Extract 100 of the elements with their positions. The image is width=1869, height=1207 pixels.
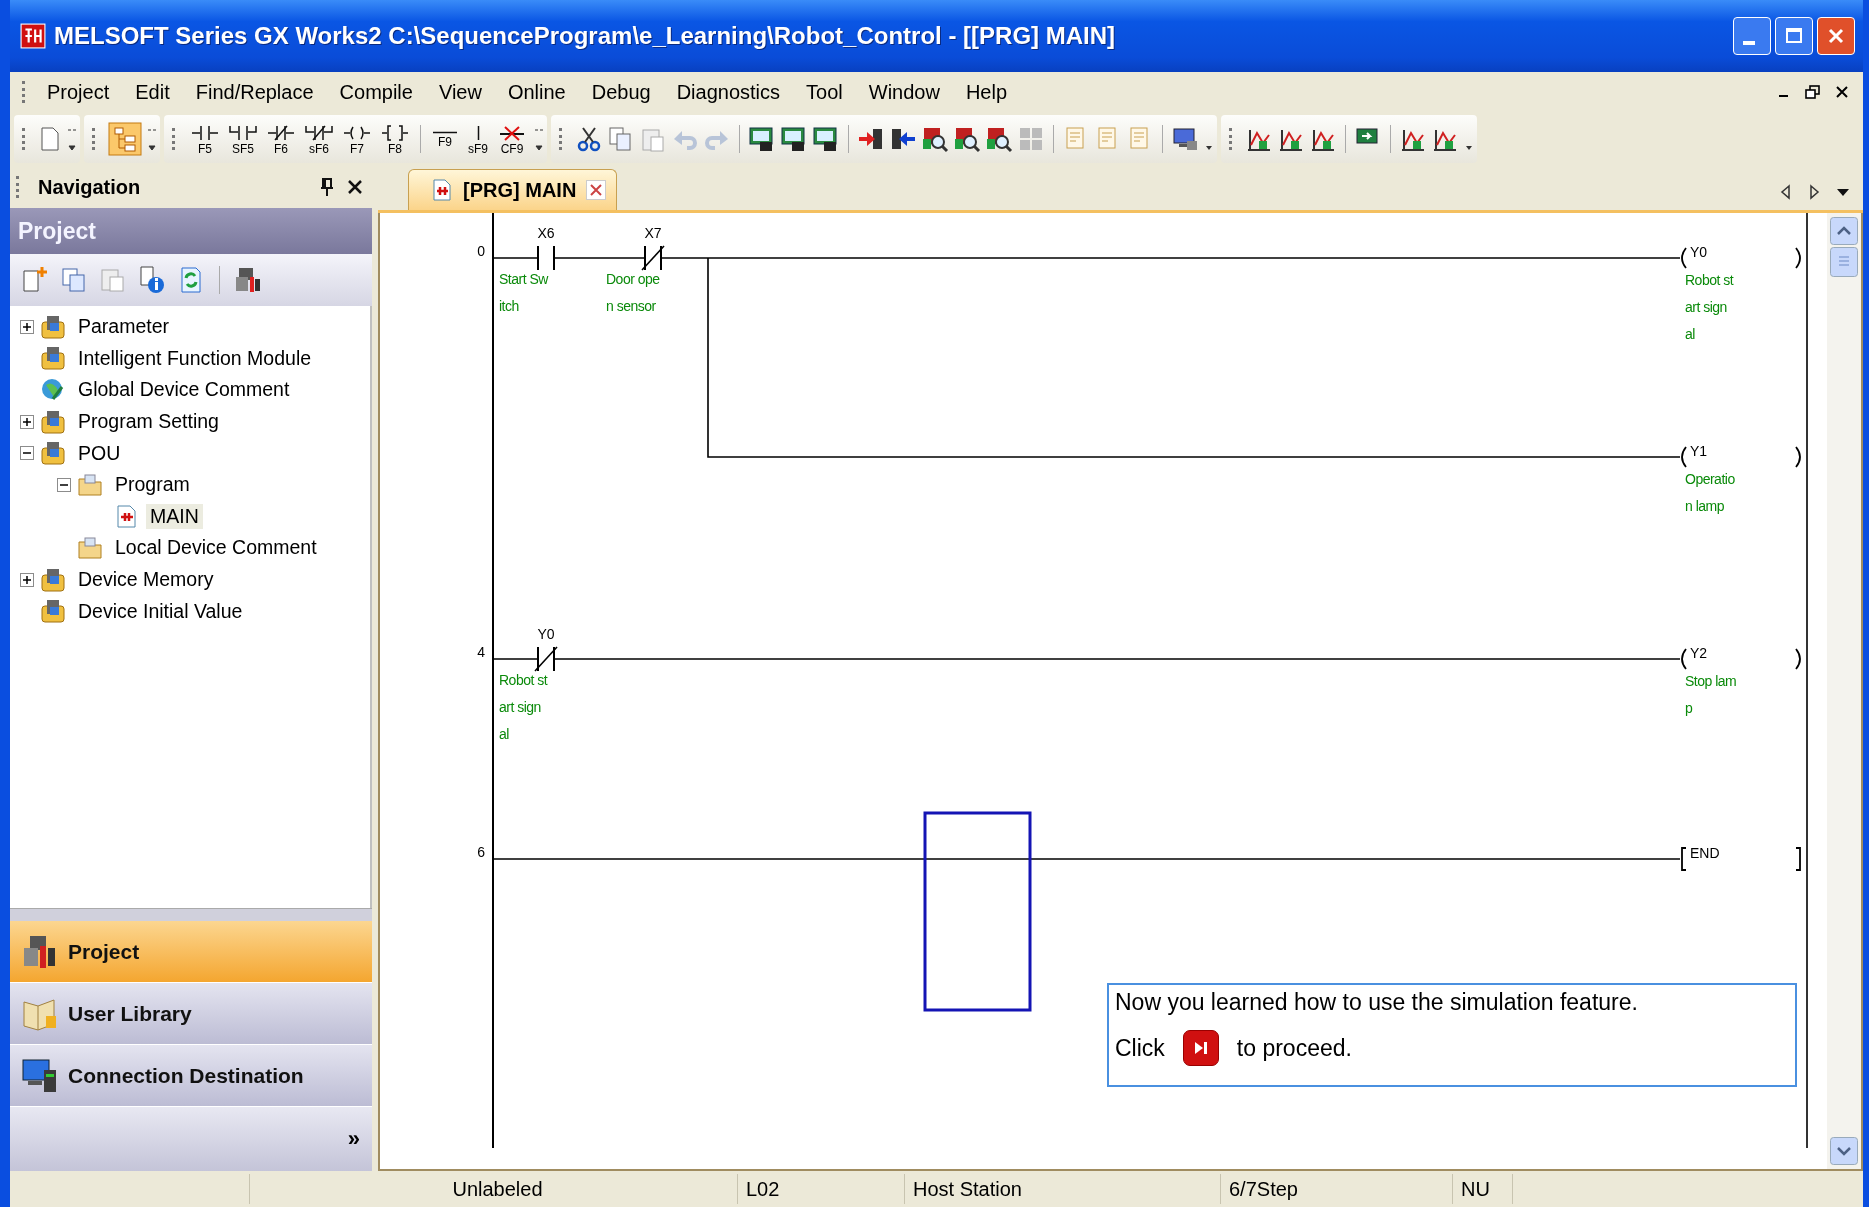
coil-left-bracket[interactable] — [1681, 446, 1687, 468]
restore-icon[interactable] — [1805, 85, 1821, 99]
package-icon — [40, 598, 66, 625]
document-tab[interactable]: [PRG] MAIN — [408, 169, 618, 210]
coil-right-bracket — [1795, 648, 1801, 670]
tree-item[interactable]: Program — [111, 472, 194, 498]
scroll-thumb[interactable] — [1830, 247, 1858, 277]
coil-left-bracket[interactable] — [1681, 648, 1687, 670]
menu-item[interactable]: Find/Replace — [182, 76, 327, 108]
splitter-handle[interactable] — [10, 908, 372, 921]
grip-handle[interactable] — [16, 176, 22, 198]
tree-item[interactable]: MAIN — [146, 503, 203, 529]
menu-item[interactable]: Tool — [793, 76, 856, 108]
status-text: L02 — [746, 1177, 780, 1201]
contact-symbol[interactable] — [537, 245, 555, 271]
ladder-key-button[interactable]: F8 — [378, 122, 412, 156]
device-label: Y0 — [1690, 244, 1708, 260]
expander-icon[interactable] — [20, 319, 34, 334]
menu-item[interactable]: View — [425, 76, 495, 108]
view-button[interactable]: Project — [10, 921, 372, 983]
ladder-key-button[interactable]: F5 — [188, 122, 222, 156]
wire-line — [493, 658, 538, 660]
ladder-symbol-icon — [432, 131, 458, 134]
menu-item[interactable]: Online — [494, 76, 579, 108]
ladder-symbol-icon — [343, 124, 371, 141]
tree-item[interactable]: Parameter — [74, 314, 174, 340]
menu-item[interactable]: Window — [855, 76, 953, 108]
device-comment: Stop lam p — [1685, 673, 1737, 716]
expander-icon[interactable] — [20, 572, 34, 587]
next-button[interactable] — [1182, 1030, 1219, 1066]
grip-handle[interactable] — [1229, 128, 1235, 150]
scroll-up-button[interactable] — [1830, 217, 1858, 245]
status-text: NU — [1461, 1177, 1490, 1201]
view-button[interactable]: Connection Destination — [10, 1045, 372, 1107]
close-icon[interactable] — [1835, 85, 1849, 99]
tree-item[interactable]: Global Device Comment — [74, 377, 294, 403]
tooltip-message: Now you learned how to use the simulation feature. — [1115, 989, 1639, 1016]
ladder-key-button[interactable]: F9 — [429, 129, 461, 149]
scroll-right-icon[interactable] — [1807, 184, 1821, 200]
overflow-button[interactable]: » — [347, 1126, 360, 1152]
scroll-left-icon[interactable] — [1779, 184, 1793, 200]
magnifier-icon[interactable] — [953, 125, 981, 153]
device-label: X7 — [644, 225, 662, 241]
instruction-left-bracket[interactable] — [1681, 847, 1687, 871]
expander-icon[interactable] — [57, 477, 71, 492]
scrollbar[interactable] — [1827, 213, 1861, 1169]
nc-contact-symbol[interactable] — [641, 245, 665, 271]
tree-item[interactable]: Device Initial Value — [74, 598, 247, 624]
new-document-icon[interactable] — [20, 265, 50, 295]
device-comment: Operatio n lamp — [1685, 471, 1735, 514]
monitor-icon[interactable] — [780, 125, 808, 153]
coil-left-bracket[interactable] — [1681, 247, 1687, 269]
menu-item[interactable]: Help — [952, 76, 1021, 108]
monitor-icon[interactable] — [812, 125, 840, 153]
minimize-button[interactable] — [1733, 17, 1771, 55]
ladder-key-button[interactable]: F6 — [264, 122, 298, 156]
tree-item[interactable]: Local Device Comment — [111, 535, 321, 561]
grip-handle[interactable] — [172, 128, 178, 150]
expander-icon[interactable] — [20, 414, 34, 429]
ladder-key-button[interactable]: CF9 — [495, 122, 529, 156]
ladder-symbol-icon — [305, 124, 333, 141]
view-button[interactable]: User Library — [10, 983, 372, 1045]
grip-handle[interactable] — [22, 128, 28, 150]
info-icon[interactable] — [137, 265, 167, 295]
menu-item[interactable]: Debug — [578, 76, 664, 108]
menu-item[interactable]: Project — [34, 76, 123, 108]
nc-contact-symbol[interactable] — [534, 646, 558, 672]
menu-item[interactable]: Compile — [326, 76, 426, 108]
pin-icon[interactable] — [318, 177, 336, 197]
instruction-right-bracket — [1795, 847, 1801, 871]
tree-item[interactable]: Device Memory — [74, 567, 218, 593]
magnifier-icon[interactable] — [921, 125, 949, 153]
maximize-button[interactable] — [1775, 17, 1813, 55]
scissors-icon[interactable] — [575, 125, 603, 153]
package-icon — [40, 408, 66, 435]
app-icon — [20, 23, 46, 49]
ladder-key-button[interactable]: F7 — [340, 122, 374, 156]
tree-item[interactable]: Intelligent Function Module — [74, 345, 316, 371]
package-icon — [40, 345, 66, 372]
screen-icon[interactable] — [1171, 125, 1199, 153]
device-comment: Start Sw itch — [499, 271, 548, 314]
grip-handle[interactable] — [559, 128, 565, 150]
maximize-icon — [1784, 26, 1804, 46]
expander-icon[interactable] — [20, 446, 34, 461]
folder-icon — [77, 472, 103, 497]
menu-item[interactable]: Diagnostics — [663, 76, 794, 108]
tree-item[interactable]: POU — [74, 440, 125, 466]
monitor-icon[interactable] — [748, 125, 776, 153]
device-icon[interactable] — [233, 265, 263, 295]
ladder-key-button[interactable]: sF6 — [302, 122, 336, 156]
scroll-down-button[interactable] — [1830, 1137, 1858, 1165]
grip-handle[interactable] — [22, 81, 28, 103]
close-icon[interactable] — [346, 178, 364, 196]
magnifier-icon[interactable] — [985, 125, 1013, 153]
tree-item[interactable]: Program Setting — [74, 409, 223, 435]
ladder-key-button[interactable]: SF5 — [226, 122, 260, 156]
close-button[interactable] — [1817, 17, 1855, 55]
menu-item[interactable]: Edit — [122, 76, 183, 108]
ladder-key-button[interactable]: sF9 — [465, 122, 491, 156]
grip-handle[interactable] — [92, 128, 98, 150]
